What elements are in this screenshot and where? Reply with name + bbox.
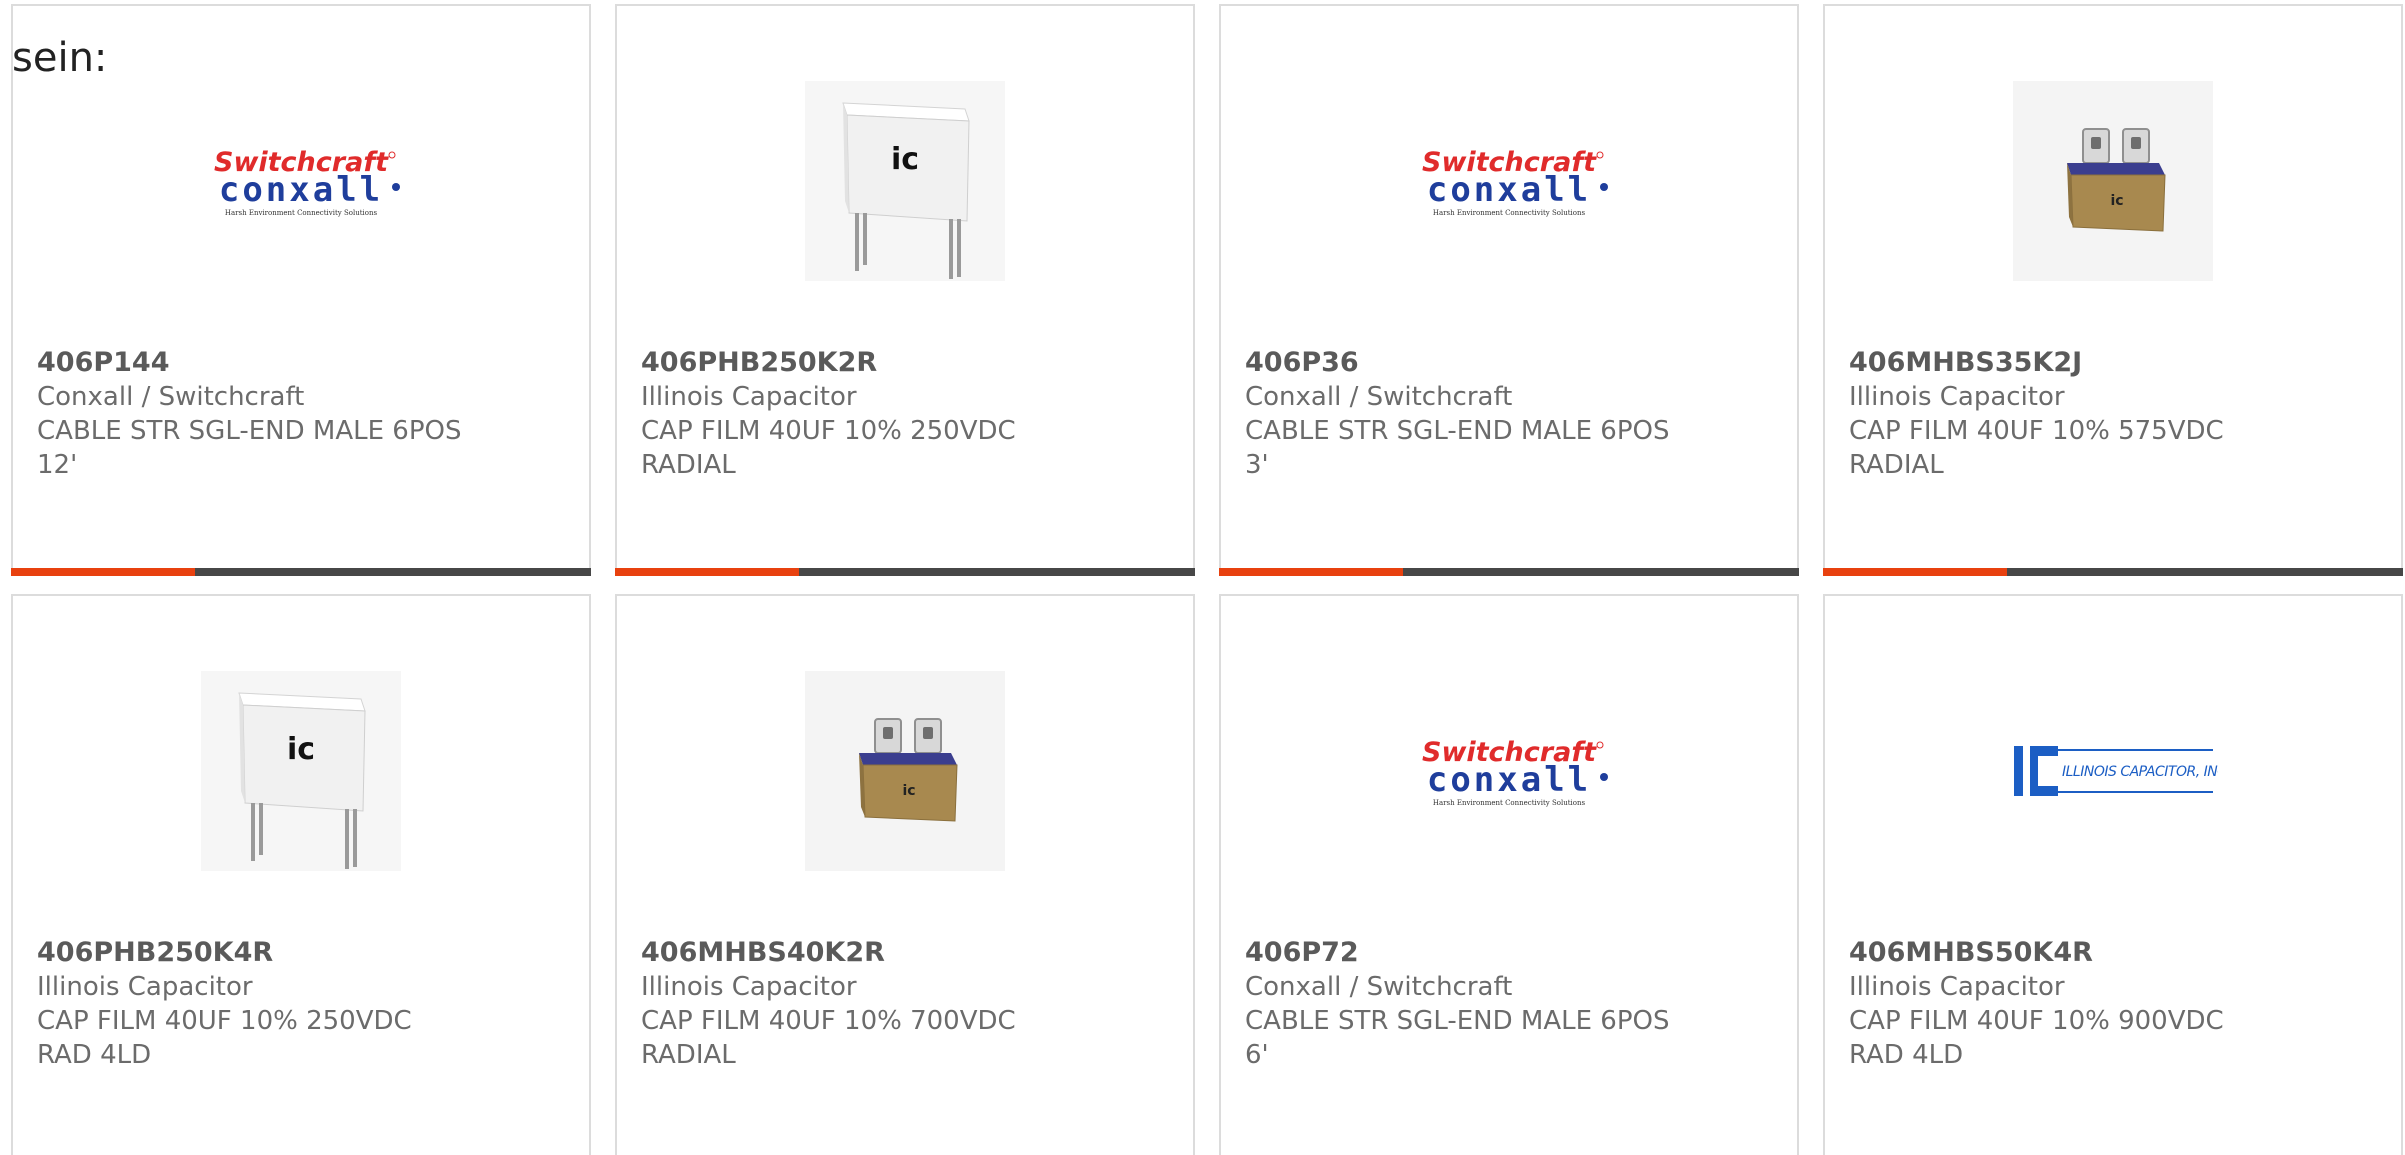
- white-radial-capacitor-icon: ic: [842, 102, 970, 279]
- part-number-link[interactable]: 406P144: [37, 346, 569, 380]
- logo-conxall-text: conxall: [219, 170, 383, 210]
- product-info: 406PHB250K2R Illinois Capacitor CAP FILM 4…: [641, 346, 1173, 482]
- manufacturer-name: Conxall / Switchcraft: [37, 382, 305, 412]
- product-description-cont: RADIAL: [641, 450, 736, 480]
- product-image[interactable]: Switchcraft conxall Harsh Environment Conn…: [1221, 666, 1797, 876]
- product-description: CABLE STR SGL-END MALE 6POS: [37, 416, 462, 446]
- switchcraft-conxall-logo: SwitchcraftconxallHarsh Environment Conn…: [1422, 147, 1608, 217]
- part-number-link[interactable]: 406MHBS35K2J: [1849, 346, 2381, 380]
- registered-mark-icon: [1600, 773, 1608, 781]
- product-image[interactable]: ic: [617, 76, 1193, 286]
- product-image[interactable]: ic: [617, 666, 1193, 876]
- switchcraft-conxall-logo: SwitchcraftconxallHarsh Environment Conn…: [1422, 737, 1608, 807]
- product-grid-page: sein: Switchcraft conxall Harsh Environmen…: [0, 0, 2405, 1155]
- registered-mark-icon: [1596, 151, 1604, 159]
- card-accent-segment: [11, 568, 195, 576]
- card-bottom-bar: [615, 568, 1195, 576]
- brown-box-capacitor-icon: ic: [2067, 128, 2166, 232]
- part-number-link[interactable]: 406PHB250K2R: [641, 346, 1173, 380]
- product-card[interactable]: ic 406PHB250K4R Illinois Capacitor CAP FILM…: [11, 594, 591, 1155]
- product-card[interactable]: ILLINOIS CAPACITOR, INC. 406MHBS50K4R Illi…: [1823, 594, 2403, 1155]
- capacitor-image: ic: [2013, 81, 2213, 281]
- logo-conxall-text: conxall: [1427, 760, 1591, 800]
- registered-mark-icon: [392, 183, 400, 191]
- manufacturer-name: Illinois Capacitor: [641, 382, 857, 412]
- product-info: 406MHBS50K4R Illinois Capacitor CAP FILM 4…: [1849, 936, 2381, 1072]
- product-description-cont: 3': [1245, 450, 1269, 480]
- capacitor-image: ic: [805, 81, 1005, 281]
- product-card[interactable]: Switchcraft conxall Harsh Environment Conn…: [1219, 4, 1799, 576]
- truncated-heading-fragment: sein:: [12, 35, 108, 81]
- product-image[interactable]: ic: [1825, 76, 2401, 286]
- product-description-cont: 12': [37, 450, 78, 480]
- product-card[interactable]: Switchcraft conxall Harsh Environment Conn…: [1219, 594, 1799, 1155]
- manufacturer-name: Illinois Capacitor: [1849, 382, 2065, 412]
- ic-mark-icon: ic: [2110, 193, 2123, 209]
- part-number-link[interactable]: 406MHBS50K4R: [1849, 936, 2381, 970]
- product-info: 406MHBS35K2J Illinois Capacitor CAP FILM 4…: [1849, 346, 2381, 482]
- product-description-cont: RAD 4LD: [1849, 1040, 1964, 1070]
- logo-conxall-text: conxall: [1427, 170, 1591, 210]
- manufacturer-name: Illinois Capacitor: [37, 972, 253, 1002]
- product-image[interactable]: ic: [13, 666, 589, 876]
- product-card[interactable]: ic 406MHBS35K2J Illinois Capacitor CAP FILM…: [1823, 4, 2403, 576]
- product-image[interactable]: ILLINOIS CAPACITOR, INC.: [1825, 666, 2401, 876]
- product-info: 406MHBS40K2R Illinois Capacitor CAP FILM 4…: [641, 936, 1173, 1072]
- product-description: CAP FILM 40UF 10% 900VDC: [1849, 1006, 2224, 1036]
- product-description: CABLE STR SGL-END MALE 6POS: [1245, 416, 1670, 446]
- part-number-link[interactable]: 406P36: [1245, 346, 1777, 380]
- part-number-link[interactable]: 406P72: [1245, 936, 1777, 970]
- product-image[interactable]: Switchcraft conxall Harsh Environment Conn…: [1221, 76, 1797, 286]
- illinois-capacitor-logo: ILLINOIS CAPACITOR, INC.: [2014, 746, 2218, 796]
- product-card[interactable]: ic 406PHB250K2R Illinois Capacitor CAP FILM…: [615, 4, 1195, 576]
- product-description-cont: 6': [1245, 1040, 1269, 1070]
- registered-mark-icon: [1596, 741, 1604, 749]
- registered-mark-icon: [388, 151, 396, 159]
- ic-mark-icon: ic: [891, 142, 919, 177]
- logo-c-icon: [2030, 746, 2058, 796]
- brown-box-capacitor-icon: ic: [859, 718, 958, 822]
- product-info: 406P72 Conxall / Switchcraft CABLE STR SGL…: [1245, 936, 1777, 1072]
- product-description-cont: RADIAL: [641, 1040, 736, 1070]
- card-accent-segment: [1219, 568, 1403, 576]
- product-description: CAP FILM 40UF 10% 250VDC: [37, 1006, 412, 1036]
- product-description-cont: RADIAL: [1849, 450, 1944, 480]
- product-info: 406PHB250K4R Illinois Capacitor CAP FILM 4…: [37, 936, 569, 1072]
- logo-company-text: ILLINOIS CAPACITOR, INC.: [2062, 764, 2218, 780]
- product-description: CAP FILM 40UF 10% 700VDC: [641, 1006, 1016, 1036]
- white-radial-capacitor-icon: ic: [238, 692, 366, 869]
- product-info: 406P36 Conxall / Switchcraft CABLE STR SGL…: [1245, 346, 1777, 482]
- card-accent-segment: [1823, 568, 2007, 576]
- product-card[interactable]: ic 406MHBS40K2R Illinois Capacitor CAP FILM…: [615, 594, 1195, 1155]
- product-description-cont: RAD 4LD: [37, 1040, 152, 1070]
- product-card[interactable]: Switchcraft conxall Harsh Environment Conn…: [11, 4, 591, 576]
- card-bottom-bar: [11, 568, 591, 576]
- switchcraft-conxall-logo: SwitchcraftconxallHarsh Environment Conn…: [214, 147, 400, 217]
- card-accent-segment: [615, 568, 799, 576]
- logo-tagline-text: Harsh Environment Connectivity Solutions: [1433, 799, 1586, 807]
- product-description: CAP FILM 40UF 10% 250VDC: [641, 416, 1016, 446]
- ic-mark-icon: ic: [287, 732, 315, 767]
- manufacturer-name: Illinois Capacitor: [641, 972, 857, 1002]
- logo-tagline-text: Harsh Environment Connectivity Solutions: [225, 209, 378, 217]
- manufacturer-name: Conxall / Switchcraft: [1245, 382, 1513, 412]
- product-image[interactable]: Switchcraft conxall Harsh Environment Conn…: [13, 76, 589, 286]
- capacitor-image: ic: [805, 671, 1005, 871]
- card-bottom-bar: [1219, 568, 1799, 576]
- logo-tagline-text: Harsh Environment Connectivity Solutions: [1433, 209, 1586, 217]
- capacitor-image: ic: [201, 671, 401, 871]
- manufacturer-name: Conxall / Switchcraft: [1245, 972, 1513, 1002]
- product-info: 406P144 Conxall / Switchcraft CABLE STR SG…: [37, 346, 569, 482]
- product-description: CAP FILM 40UF 10% 575VDC: [1849, 416, 2224, 446]
- part-number-link[interactable]: 406PHB250K4R: [37, 936, 569, 970]
- registered-mark-icon: [1600, 183, 1608, 191]
- logo-bar-icon: [2014, 746, 2023, 796]
- product-grid: Switchcraft conxall Harsh Environment Conn…: [11, 4, 2405, 1155]
- manufacturer-name: Illinois Capacitor: [1849, 972, 2065, 1002]
- ic-mark-icon: ic: [902, 783, 915, 799]
- part-number-link[interactable]: 406MHBS40K2R: [641, 936, 1173, 970]
- product-description: CABLE STR SGL-END MALE 6POS: [1245, 1006, 1670, 1036]
- card-bottom-bar: [1823, 568, 2403, 576]
